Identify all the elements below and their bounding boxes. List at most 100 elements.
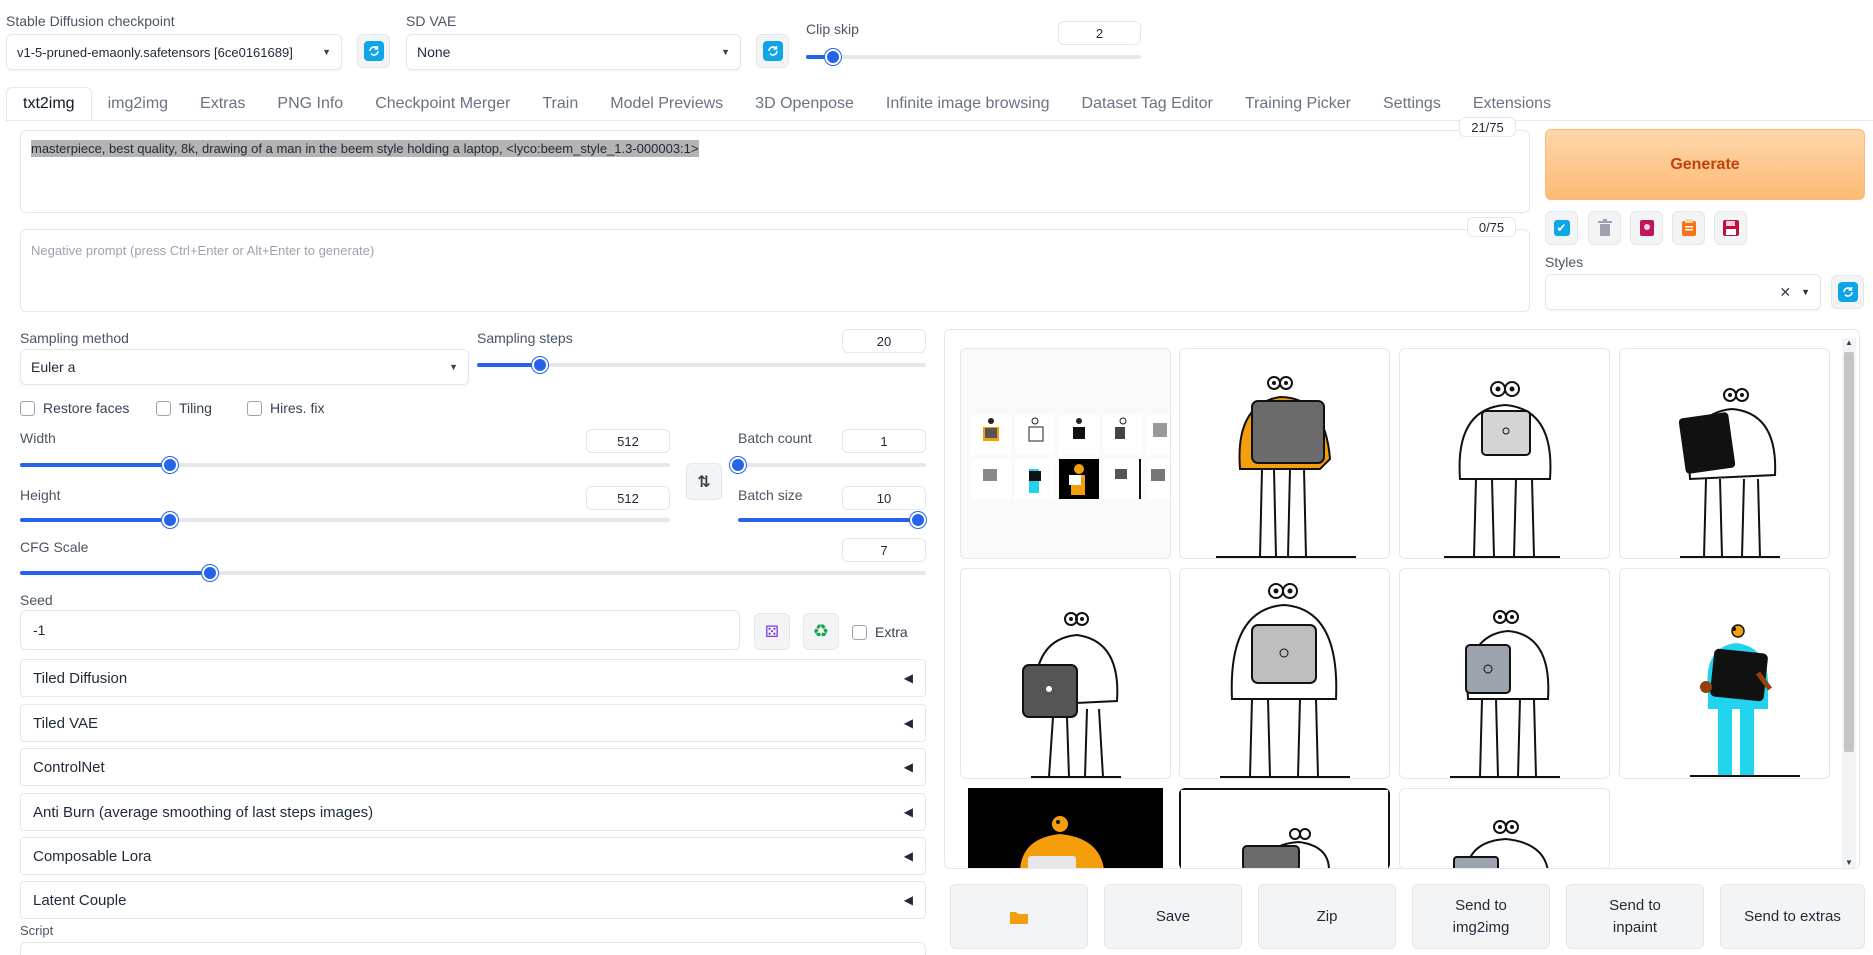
tab-training-picker[interactable]: Training Picker (1229, 87, 1367, 120)
refresh-icon (762, 41, 783, 61)
vae-select[interactable]: None ▼ (406, 34, 741, 70)
gallery-image[interactable] (1399, 568, 1610, 779)
gallery-image-grid[interactable] (960, 348, 1171, 559)
restore-faces-checkbox[interactable]: Restore faces (20, 400, 129, 416)
random-seed-button[interactable]: ⚄ (754, 613, 790, 650)
open-folder-button[interactable] (950, 884, 1088, 949)
zip-button[interactable]: Zip (1258, 884, 1396, 949)
accordion-tiled-vae[interactable]: Tiled VAE ◀ (20, 704, 926, 742)
slider-thumb[interactable] (910, 512, 926, 528)
extra-seed-checkbox[interactable]: Extra (852, 624, 908, 640)
scroll-down-arrow-icon[interactable]: ▼ (1845, 858, 1853, 867)
clip-skip-number[interactable]: 2 (1058, 21, 1141, 45)
sampling-steps-number[interactable]: 20 (842, 329, 926, 353)
accordion-controlnet[interactable]: ControlNet ◀ (20, 748, 926, 786)
checkbox-box[interactable] (852, 624, 867, 640)
batch-count-slider[interactable] (730, 457, 926, 473)
tab-txt2img[interactable]: txt2img (6, 87, 92, 120)
extra-networks-button[interactable] (1630, 211, 1663, 245)
clipboard-icon (1681, 219, 1696, 236)
tiling-checkbox[interactable]: Tiling (156, 400, 212, 416)
accordion-tiled-diffusion[interactable]: Tiled Diffusion ◀ (20, 659, 926, 697)
send-to-inpaint-button[interactable]: Send to inpaint (1566, 884, 1704, 949)
slider-thumb[interactable] (824, 49, 841, 65)
paste-button[interactable] (1672, 211, 1705, 245)
negative-prompt-textarea[interactable]: Negative prompt (press Ctrl+Enter or Alt… (20, 229, 1530, 312)
script-select[interactable] (20, 942, 926, 955)
slider-thumb[interactable] (730, 457, 746, 473)
styles-select[interactable]: ✕ ▼ (1545, 274, 1821, 310)
scroll-up-arrow-icon[interactable]: ▲ (1845, 338, 1853, 347)
hires-fix-checkbox[interactable]: Hires. fix (247, 400, 324, 416)
batch-count-number[interactable]: 1 (842, 429, 926, 453)
slider-thumb[interactable] (161, 512, 178, 528)
save-button[interactable]: Save (1104, 884, 1242, 949)
height-slider[interactable] (20, 512, 670, 528)
tab-3d-openpose[interactable]: 3D Openpose (739, 87, 870, 120)
gallery-image[interactable] (960, 788, 1171, 868)
tab-settings[interactable]: Settings (1367, 87, 1457, 120)
tab-infinite-image-browsing[interactable]: Infinite image browsing (870, 87, 1066, 120)
tab-model-previews[interactable]: Model Previews (594, 87, 739, 120)
width-number[interactable]: 512 (586, 429, 670, 453)
tab-train[interactable]: Train (526, 87, 594, 120)
checkbox-box[interactable] (20, 400, 35, 416)
styles-label: Styles (1545, 254, 1584, 270)
seed-input[interactable]: -1 (20, 610, 740, 650)
generate-button[interactable]: Generate (1545, 129, 1865, 200)
cfg-scale-label: CFG Scale (20, 539, 89, 555)
swap-dimensions-button[interactable]: ⇅ (686, 463, 722, 500)
reuse-seed-button[interactable]: ♻ (803, 613, 839, 650)
width-slider[interactable] (20, 457, 670, 473)
slider-thumb[interactable] (161, 457, 178, 473)
sampling-method-select[interactable]: Euler a ▼ (20, 349, 469, 385)
gallery-image[interactable] (1619, 348, 1830, 559)
accordion-latent-couple[interactable]: Latent Couple ◀ (20, 881, 926, 919)
apply-styles-button[interactable]: ✔ (1545, 211, 1578, 245)
send-to-img2img-button[interactable]: Send to img2img (1412, 884, 1550, 949)
tab-extensions[interactable]: Extensions (1457, 87, 1567, 120)
seed-label: Seed (20, 592, 53, 608)
tab-dataset-tag-editor[interactable]: Dataset Tag Editor (1066, 87, 1229, 120)
clip-skip-slider[interactable] (806, 49, 1141, 65)
vae-refresh-button[interactable] (756, 34, 789, 68)
checkpoint-refresh-button[interactable] (357, 34, 390, 68)
checkpoint-select[interactable]: v1-5-pruned-emaonly.safetensors [6ce0161… (6, 34, 342, 70)
prompt-textarea[interactable]: masterpiece, best quality, 8k, drawing o… (20, 130, 1530, 213)
scrollbar-thumb[interactable] (1844, 352, 1854, 752)
tab-extras[interactable]: Extras (184, 87, 261, 120)
negative-prompt-placeholder: Negative prompt (press Ctrl+Enter or Alt… (31, 243, 375, 258)
gallery-image[interactable] (1399, 348, 1610, 559)
send-to-extras-button[interactable]: Send to extras (1720, 884, 1865, 949)
gallery-image[interactable] (1399, 788, 1610, 868)
gallery-scrollbar[interactable]: ▲ ▼ (1842, 338, 1856, 868)
recycle-icon: ♻ (812, 621, 830, 641)
accordion-anti-burn[interactable]: Anti Burn (average smoothing of last ste… (20, 793, 926, 831)
batch-size-slider[interactable] (738, 512, 926, 528)
checkbox-box[interactable] (247, 400, 262, 416)
refresh-icon (363, 41, 384, 61)
clear-icon[interactable]: ✕ (1779, 284, 1791, 301)
checkbox-box[interactable] (156, 400, 171, 416)
height-number[interactable]: 512 (586, 486, 670, 510)
tab-img2img[interactable]: img2img (92, 87, 184, 120)
gallery-image[interactable] (960, 568, 1171, 779)
gallery-image[interactable] (1619, 568, 1830, 779)
cfg-scale-number[interactable]: 7 (842, 538, 926, 562)
gallery-image[interactable] (1179, 568, 1390, 779)
tab-checkpoint-merger[interactable]: Checkpoint Merger (359, 87, 526, 120)
gallery-image[interactable] (1179, 348, 1390, 559)
vae-value: None (417, 44, 451, 60)
accordion-composable-lora[interactable]: Composable Lora ◀ (20, 837, 926, 875)
batch-size-number[interactable]: 10 (842, 486, 926, 510)
restore-faces-label: Restore faces (43, 400, 130, 416)
tab-png-info[interactable]: PNG Info (261, 87, 359, 120)
clear-prompt-button[interactable] (1588, 211, 1621, 245)
slider-thumb[interactable] (202, 565, 219, 581)
save-style-button[interactable] (1714, 211, 1747, 245)
gallery-image[interactable] (1179, 788, 1390, 868)
slider-thumb[interactable] (531, 357, 548, 373)
sampling-steps-slider[interactable] (477, 357, 926, 373)
cfg-scale-slider[interactable] (20, 565, 926, 581)
styles-refresh-button[interactable] (1831, 275, 1864, 309)
